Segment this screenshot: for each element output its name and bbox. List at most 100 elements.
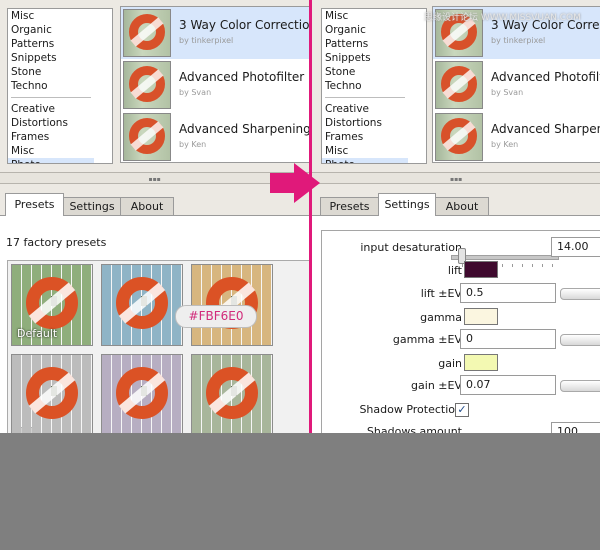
life-ring-image <box>441 118 477 154</box>
right-panel: Misc Organic Patterns Snippets Stone Techno Cr… <box>312 0 600 433</box>
life-ring-image <box>206 367 258 419</box>
effect-author: by Svan <box>491 88 524 97</box>
category-item[interactable]: Patterns <box>8 37 94 51</box>
tab-about[interactable]: About <box>435 197 489 216</box>
effect-name: Advanced Sharpening <box>179 122 309 136</box>
arrow-right-icon <box>270 163 320 203</box>
left-panel: Misc Organic Patterns Snippets Stone Techno Cr… <box>0 0 309 433</box>
effect-thumbnail <box>123 61 171 109</box>
gain-ev-slider[interactable] <box>560 380 600 392</box>
category-item[interactable]: Photo <box>8 158 94 163</box>
life-ring-image <box>129 14 165 50</box>
preset-count: 17 factory presets <box>6 236 107 249</box>
category-item[interactable]: Misc <box>8 9 94 23</box>
effect-item[interactable]: Advanced Photofilter by Svan <box>433 59 600 111</box>
input-desaturation-slider[interactable] <box>451 255 559 260</box>
category-list[interactable]: Misc Organic Patterns Snippets Stone Techno Cr… <box>321 8 427 164</box>
effect-author: by Ken <box>491 140 519 149</box>
category-item[interactable]: Misc <box>322 9 408 23</box>
settings-form: input desaturation 14.00 lift lift ±EV 0… <box>321 230 600 433</box>
effect-list[interactable]: 3 Way Color Correctionby tinkerpixelAdva… <box>432 6 600 163</box>
shadow-protection-label: Shadow Protection <box>359 403 462 416</box>
preset-thumbnail[interactable] <box>11 354 93 433</box>
category-item[interactable]: Distortions <box>322 116 408 130</box>
tab-settings[interactable]: Settings <box>63 197 121 216</box>
watermark-text: 思缘设计论坛 WWW.MISSVUAN.COM <box>424 13 581 23</box>
effect-author: by tinkerpixel <box>179 36 234 45</box>
category-item[interactable]: Frames <box>8 130 94 144</box>
effect-name: Advanced Photofilter <box>491 70 600 84</box>
category-item[interactable]: Frames <box>322 130 408 144</box>
lift-color-swatch[interactable] <box>464 261 498 278</box>
life-ring-image <box>26 367 78 419</box>
life-ring-image <box>116 277 168 329</box>
effect-list[interactable]: 3 Way Color Correction by tinkerpixel Adva… <box>120 6 309 163</box>
category-item[interactable]: Misc <box>8 144 94 158</box>
category-item[interactable]: Stone <box>8 65 94 79</box>
effect-thumbnail <box>435 113 483 161</box>
effect-name: Advanced Photofilter <box>179 70 305 84</box>
gamma-ev-field[interactable]: 0 <box>460 329 556 349</box>
category-item[interactable]: Misc <box>322 144 408 158</box>
life-ring-image <box>129 118 165 154</box>
effect-item[interactable]: Advanced Sharpening by Ken <box>433 111 600 162</box>
lift-ev-slider[interactable] <box>560 288 600 300</box>
preset-thumbnail[interactable] <box>101 354 183 433</box>
category-item[interactable]: Organic <box>322 23 408 37</box>
shadows-amount-label: Shadows amount <box>366 425 462 433</box>
gain-label: gain <box>438 357 462 370</box>
category-item[interactable]: Distortions <box>8 116 94 130</box>
gamma-label: gamma <box>420 311 462 324</box>
effect-item[interactable]: Advanced Photofilter by Svan <box>121 59 309 111</box>
life-ring-image <box>26 277 78 329</box>
preset-thumbnail[interactable]: Default <box>11 264 93 346</box>
category-item[interactable]: Snippets <box>322 51 408 65</box>
input-desaturation-field[interactable]: 14.00 <box>551 237 600 257</box>
effect-name: 3 Way Color Correction <box>179 18 309 32</box>
effect-author: by Svan <box>179 88 212 97</box>
preset-label: Default <box>17 327 58 340</box>
lift-ev-field[interactable]: 0.5 <box>460 283 556 303</box>
life-ring-image <box>116 367 168 419</box>
category-item[interactable]: Photo <box>322 158 408 163</box>
preset-thumbnail[interactable] <box>191 354 273 433</box>
grip-icon: ▪▪▪ <box>450 176 463 183</box>
category-item[interactable]: Techno <box>322 79 408 93</box>
category-item[interactable]: Snippets <box>8 51 94 65</box>
effect-item[interactable]: Advanced Sharpening by Ken <box>121 111 309 162</box>
effect-thumbnail <box>123 9 171 57</box>
tab-presets[interactable]: Presets <box>320 197 379 216</box>
shadows-amount-field[interactable]: 100 <box>551 422 600 433</box>
category-item[interactable]: Creative <box>322 102 408 116</box>
input-desaturation-label: input desaturation <box>360 241 462 254</box>
preset-thumbnail[interactable] <box>101 264 183 346</box>
effect-author: by tinkerpixel <box>491 36 546 45</box>
preset-grid: Default <box>7 260 309 433</box>
category-item[interactable]: Creative <box>8 102 94 116</box>
life-ring-image <box>441 66 477 102</box>
category-item[interactable]: Techno <box>8 79 94 93</box>
shadow-protection-checkbox[interactable]: ✓ <box>455 403 469 417</box>
grip-icon: ▪▪▪ <box>148 176 161 183</box>
tab-presets[interactable]: Presets <box>5 193 64 216</box>
tab-settings[interactable]: Settings <box>378 193 436 216</box>
color-tooltip: #FBF6E0 <box>175 305 257 328</box>
gain-color-swatch[interactable] <box>464 354 498 371</box>
effect-author: by Ken <box>179 140 207 149</box>
category-item[interactable]: Patterns <box>322 37 408 51</box>
gamma-ev-slider[interactable] <box>560 334 600 346</box>
lift-label: lift <box>447 264 462 277</box>
category-item[interactable]: Stone <box>322 65 408 79</box>
gain-ev-field[interactable]: 0.07 <box>460 375 556 395</box>
category-item[interactable]: Organic <box>8 23 94 37</box>
splitter[interactable]: ▪▪▪ <box>312 172 600 184</box>
gamma-color-swatch[interactable] <box>464 308 498 325</box>
splitter[interactable]: ▪▪▪ <box>0 172 309 184</box>
gamma-ev-label: gamma ±EV <box>392 333 462 346</box>
effect-thumbnail <box>123 113 171 161</box>
settings-pane: input desaturation 14.00 lift lift ±EV 0… <box>312 216 600 433</box>
effect-name: Advanced Sharpening <box>491 122 600 136</box>
tab-about[interactable]: About <box>120 197 174 216</box>
category-list[interactable]: Misc Organic Patterns Snippets Stone Techno Cr… <box>7 8 113 164</box>
effect-item[interactable]: 3 Way Color Correction by tinkerpixel <box>121 7 309 59</box>
